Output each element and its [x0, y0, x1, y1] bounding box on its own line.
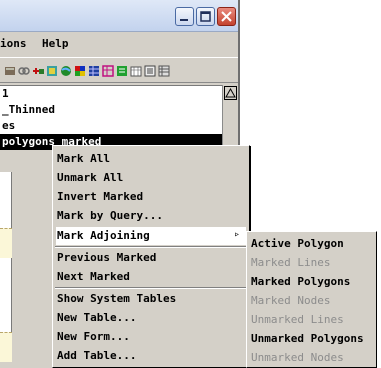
- submenu-item-unmarked-polygons[interactable]: Unmarked Polygons: [250, 329, 376, 348]
- submenu-item-marked-lines: Marked Lines: [251, 256, 331, 269]
- submenu-item-unmarked-lines: Unmarked Lines: [251, 313, 344, 326]
- minimize-button[interactable]: [175, 7, 194, 26]
- close-icon: [221, 11, 232, 22]
- menu-item-invert-marked[interactable]: Invert Marked: [56, 188, 246, 206]
- menu-help[interactable]: Help: [42, 37, 69, 50]
- list-item[interactable]: 1: [0, 86, 222, 102]
- context-menu: Mark All Unmark All Invert Marked Mark b…: [52, 145, 250, 368]
- menu-item-mark-all[interactable]: Mark All: [56, 150, 246, 168]
- table-view-panel: [0, 172, 12, 362]
- close-button[interactable]: [217, 7, 236, 26]
- submenu-arrow-icon: ▹: [233, 229, 240, 240]
- spreadsheet-icon[interactable]: [158, 65, 170, 77]
- mark-adjoining-submenu: Active Polygon Marked Lines Marked Polyg…: [246, 231, 377, 368]
- grid-icon[interactable]: [74, 65, 86, 77]
- sheet-icon[interactable]: [130, 65, 142, 77]
- table-strip: [0, 228, 12, 258]
- list-item[interactable]: _Thinned: [0, 102, 222, 118]
- table-color-icon[interactable]: [88, 65, 100, 77]
- minimize-icon: [180, 19, 188, 21]
- menu-item-add-table[interactable]: Add Table...: [56, 347, 246, 365]
- query-icon[interactable]: [46, 65, 58, 77]
- menu-item-mark-by-query[interactable]: Mark by Query...: [56, 207, 246, 225]
- menu-options[interactable]: ions: [0, 37, 27, 50]
- menu-item-new-table[interactable]: New Table...: [56, 309, 246, 327]
- list-item[interactable]: es: [0, 118, 222, 134]
- form-icon[interactable]: [102, 65, 114, 77]
- menu-separator: [55, 287, 247, 289]
- arrow-up-icon: [225, 87, 236, 98]
- list-icon[interactable]: [116, 65, 128, 77]
- scroll-up-button[interactable]: [224, 86, 237, 100]
- globe-icon[interactable]: [60, 65, 72, 77]
- maximize-button[interactable]: [196, 7, 215, 26]
- submenu-item-active-polygon[interactable]: Active Polygon: [250, 234, 376, 253]
- toolbar: [0, 57, 238, 83]
- menu-item-mark-adjoining[interactable]: Mark Adjoining ▹: [56, 227, 246, 245]
- menu-item-label: Mark Adjoining: [57, 229, 150, 242]
- menu-bar: ions Help: [0, 33, 238, 55]
- menu-item-unmark-all[interactable]: Unmark All: [56, 169, 246, 187]
- vertical-scrollbar[interactable]: [222, 85, 238, 150]
- layer-list: 1 _Thinned es polygons marked: [0, 85, 222, 150]
- document-icon[interactable]: [144, 65, 156, 77]
- submenu-item-marked-polygons[interactable]: Marked Polygons: [250, 272, 376, 291]
- menu-item-show-system-tables[interactable]: Show System Tables: [56, 290, 246, 308]
- edit-icon[interactable]: [32, 65, 44, 77]
- submenu-item-marked-nodes: Marked Nodes: [251, 294, 331, 307]
- table-icon[interactable]: [4, 65, 16, 77]
- table-strip: [0, 332, 12, 362]
- menu-separator: [55, 246, 247, 248]
- title-bar[interactable]: [0, 0, 238, 32]
- maximize-icon: [200, 11, 211, 22]
- menu-item-new-form[interactable]: New Form...: [56, 328, 246, 346]
- menu-item-next-marked[interactable]: Next Marked: [56, 268, 246, 286]
- submenu-item-unmarked-nodes: Unmarked Nodes: [251, 351, 344, 364]
- link-icon[interactable]: [18, 65, 30, 77]
- menu-item-previous-marked[interactable]: Previous Marked: [56, 249, 246, 267]
